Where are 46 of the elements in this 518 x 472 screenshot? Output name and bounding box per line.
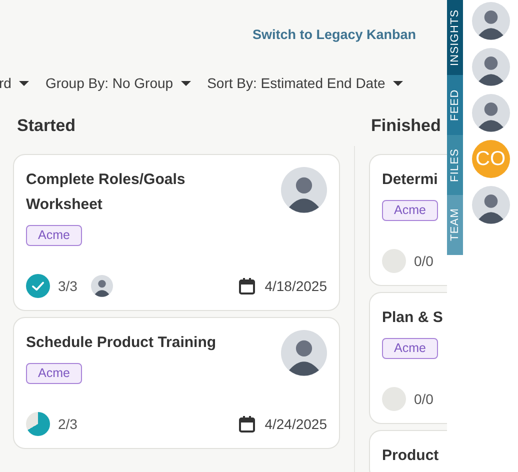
filter-dropdown[interactable]: Sort By: Estimated End Date (207, 75, 404, 91)
calendar-icon (238, 415, 256, 433)
initials-avatar: CO (472, 140, 510, 178)
column-title: Started (16, 115, 77, 137)
progress-count: 3/3 (58, 278, 78, 294)
task-card[interactable]: Complete Roles/Goals Worksheet Acme 3/3 4/18/2025 (13, 154, 340, 311)
caret-icon (393, 80, 404, 86)
task-card[interactable]: Plan & S Acme 0/0 (369, 292, 447, 424)
due-date: 4/18/2025 (264, 278, 327, 294)
legacy-kanban-link[interactable]: Switch to Legacy Kanban (252, 27, 416, 42)
progress-count: 0/0 (414, 391, 434, 407)
side-tab[interactable]: FEED (447, 75, 463, 135)
due-date: 4/24/2025 (264, 416, 327, 432)
side-tab[interactable]: INSIGHTS (447, 0, 463, 75)
collaborator-avatar (91, 275, 114, 297)
client-tag: Acme (382, 338, 438, 359)
task-card[interactable]: Determi Acme 0/0 (369, 154, 447, 286)
caret-icon (181, 80, 192, 86)
client-tag: Acme (26, 363, 82, 384)
caret-icon (19, 80, 30, 86)
filter-dropdown[interactable]: Group By: No Group (45, 75, 192, 91)
task-title: Schedule Product Training (26, 333, 218, 353)
progress-pie (26, 274, 50, 298)
column-title: Finished (370, 115, 442, 137)
progress-count: 2/3 (58, 416, 78, 432)
team-avatar (472, 2, 510, 40)
assignee-avatar (281, 167, 327, 213)
task-title: Complete Roles/Goals Worksheet (26, 170, 186, 215)
calendar-icon (238, 277, 256, 295)
progress-pie (26, 412, 50, 436)
progress-count: 0/0 (414, 253, 434, 269)
filter-dropdown[interactable]: rd (0, 75, 30, 91)
task-card[interactable]: Product (369, 430, 447, 472)
check-icon (31, 280, 45, 292)
task-card[interactable]: Schedule Product Training Acme 2/3 4/24/2025 (13, 317, 340, 449)
team-avatar (472, 48, 510, 86)
side-tab[interactable]: FILES (447, 135, 463, 195)
progress-pie (382, 249, 406, 273)
client-tag: Acme (26, 225, 82, 246)
team-avatar (472, 186, 510, 224)
progress-pie (382, 387, 406, 411)
team-avatar (472, 94, 510, 132)
client-tag: Acme (382, 200, 438, 221)
task-title: Product (382, 446, 439, 466)
assignee-avatar (281, 330, 327, 376)
task-title: Determi (382, 170, 439, 190)
